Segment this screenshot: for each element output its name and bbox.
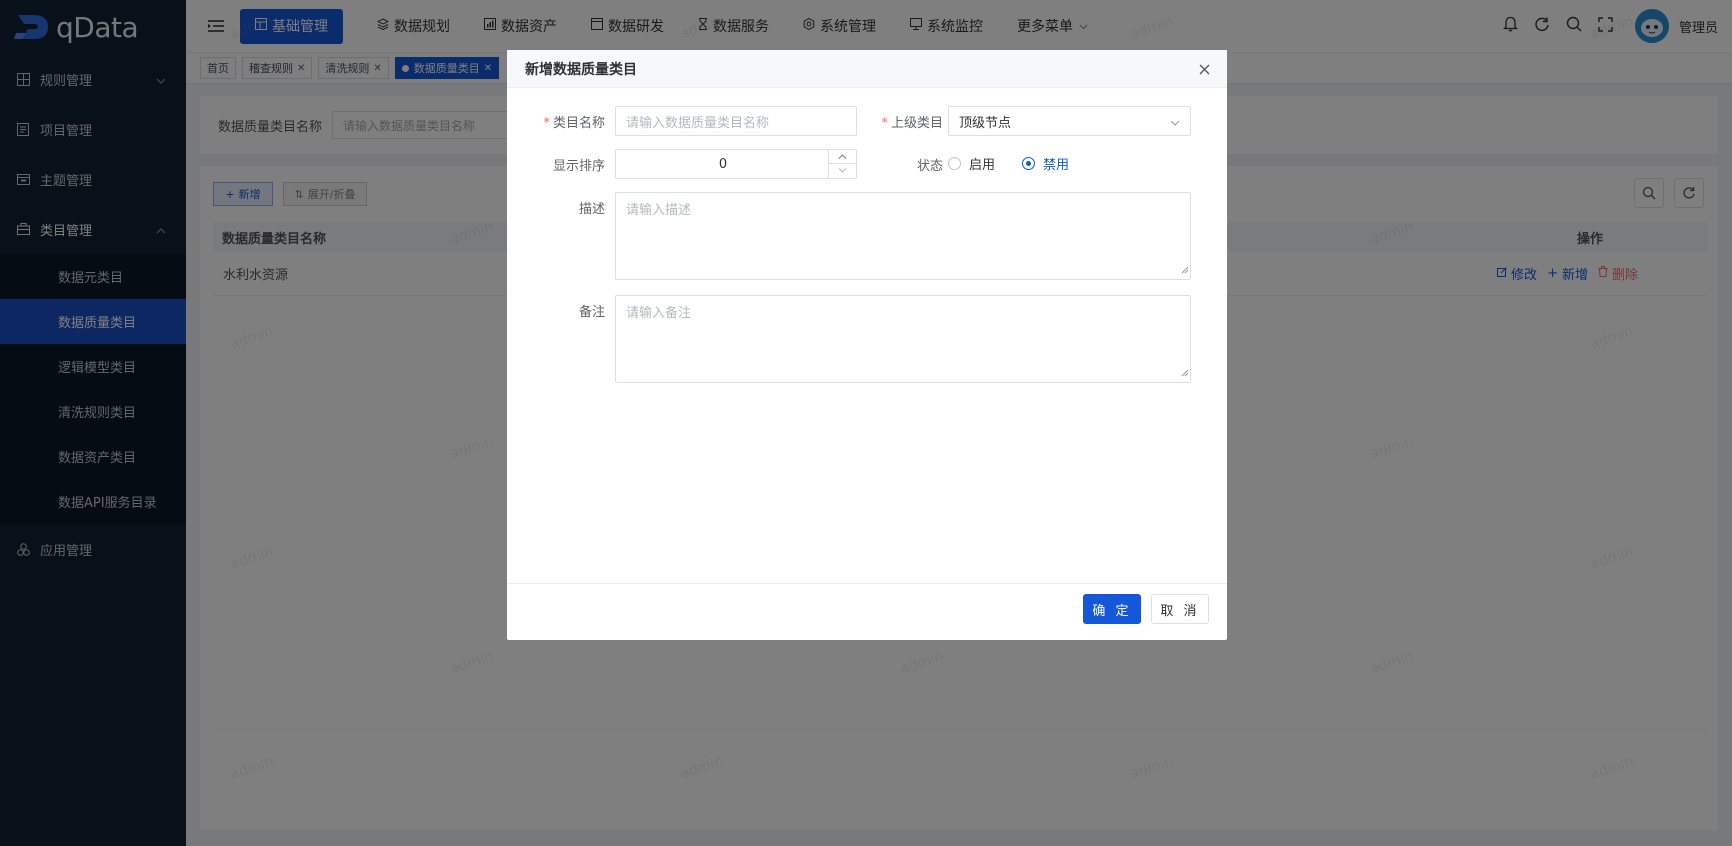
radio-circle <box>1022 157 1035 170</box>
radio-label: 禁用 <box>1043 158 1070 173</box>
remark-textarea[interactable]: 请输入备注 <box>615 295 1191 383</box>
dialog-header: 新增数据质量类目 <box>507 50 1227 88</box>
desc-placeholder: 请输入描述 <box>626 203 692 218</box>
close-icon[interactable] <box>1195 60 1213 78</box>
remark-placeholder: 请输入备注 <box>626 306 692 321</box>
radio-circle <box>948 157 961 170</box>
sort-label: 显示排序 <box>552 159 605 174</box>
required-marker: * <box>881 116 888 131</box>
resize-handle-icon[interactable] <box>1181 263 1189 278</box>
stepper-up-icon[interactable] <box>829 150 856 164</box>
parent-label-text: 上级类目 <box>890 116 943 131</box>
required-marker: * <box>543 116 550 131</box>
dialog-footer: 确 定 取 消 <box>507 583 1227 640</box>
sort-order-stepper[interactable]: 0 <box>615 149 857 179</box>
name-label-text: 类目名称 <box>552 116 605 131</box>
chevron-down-icon <box>1170 115 1180 130</box>
category-name-input[interactable]: 请输入数据质量类目名称 <box>615 106 857 136</box>
stepper-controls <box>828 150 856 178</box>
status-radio-enabled[interactable]: 启用 <box>948 154 995 173</box>
name-label: * 类目名称 <box>537 112 605 131</box>
status-radio-disabled[interactable]: 禁用 <box>1022 154 1069 173</box>
status-label: 状态 <box>916 159 943 174</box>
resize-handle-icon[interactable] <box>1181 366 1189 381</box>
parent-label: * 上级类目 <box>867 112 943 131</box>
stepper-down-icon[interactable] <box>829 164 856 177</box>
radio-label: 启用 <box>969 158 996 173</box>
sort-value: 0 <box>718 156 728 172</box>
dialog-title: 新增数据质量类目 <box>525 61 637 78</box>
parent-value: 顶级节点 <box>959 115 1012 131</box>
confirm-button[interactable]: 确 定 <box>1083 594 1141 624</box>
desc-label: 描述 <box>578 202 605 217</box>
remark-label: 备注 <box>578 305 605 320</box>
add-category-dialog: 新增数据质量类目 * 类目名称 请输入数据质量类目名称 * 上级类目 顶级节点 显示… <box>507 50 1227 640</box>
parent-category-select[interactable]: 顶级节点 <box>948 106 1191 136</box>
cancel-button[interactable]: 取 消 <box>1151 594 1209 624</box>
description-textarea[interactable]: 请输入描述 <box>615 192 1191 280</box>
name-placeholder: 请输入数据质量类目名称 <box>626 115 770 131</box>
